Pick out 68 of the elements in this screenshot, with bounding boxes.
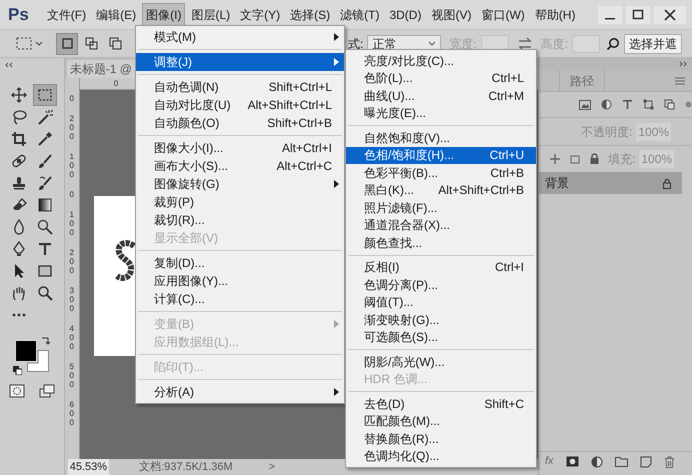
ruler-label: 300 [68, 286, 75, 313]
menu-item[interactable]: 编辑(E) [92, 2, 140, 26]
menu-item[interactable]: 画布大小(S)... Alt+Ctrl+C [136, 157, 344, 175]
menu-item[interactable]: 文字(Y) [236, 2, 284, 26]
ruler-label: 200 [68, 114, 75, 141]
menu-item[interactable]: 文件(F) [42, 2, 90, 26]
ruler-label: 0 [68, 190, 75, 199]
menu-item[interactable]: 可选颜色(S)... [346, 328, 536, 346]
menu-item[interactable]: 色阶(L)... Ctrl+L [346, 70, 536, 87]
menu-item[interactable]: 3D(D) [385, 2, 426, 26]
menu-item[interactable]: 分析(A) [136, 383, 344, 401]
menu-item[interactable]: 色相/饱和度(H)... Ctrl+U [346, 146, 536, 164]
menu-item[interactable]: 裁剪(P) [136, 193, 344, 211]
menu-item[interactable]: 图层(L) [187, 2, 234, 26]
menu-item[interactable]: 黑白(K)... Alt+Shift+Ctrl+B [346, 182, 536, 199]
menu-item[interactable]: 模式(M) [136, 28, 344, 46]
menu-item[interactable]: 应用图像(Y)... [136, 272, 344, 290]
app-logo: Ps [8, 4, 29, 26]
menu-item[interactable]: 渐变映射(G)... [346, 311, 536, 328]
status-menu-arrow[interactable]: > [268, 458, 276, 475]
ruler-label: 500 [68, 362, 75, 389]
ruler-label: 200 [68, 248, 75, 275]
menu-item[interactable]: 图像(I) [142, 2, 186, 26]
menu-item[interactable]: 自然饱和度(V)... [346, 129, 536, 146]
menu-item[interactable]: 阈值(T)... [346, 294, 536, 311]
document-info: 文档:937.5K/1.36M [139, 460, 233, 475]
menu-item[interactable]: 自动对比度(U) Alt+Shift+Ctrl+L [136, 96, 344, 114]
menu-item[interactable]: 阴影/高光(W)... [346, 353, 536, 370]
menu-item[interactable]: 替换颜色(R)... [346, 430, 536, 448]
ruler-label: 0 [68, 94, 75, 103]
ruler-label: 0 [114, 80, 118, 88]
menu-item[interactable]: 滤镜(T) [336, 2, 384, 26]
menu-item[interactable]: 复制(D)... [136, 254, 344, 272]
ruler-label: 100 [68, 210, 75, 237]
style-label: 式: [348, 36, 364, 52]
menu-item[interactable]: 照片滤镜(F)... [346, 199, 536, 216]
menu-item[interactable]: 匹配颜色(M)... [346, 412, 536, 430]
ruler-label: 100 [68, 152, 75, 179]
menu-item[interactable]: 自动色调(N) Shift+Ctrl+L [136, 78, 344, 96]
menu-item[interactable]: 曝光度(E)... [346, 104, 536, 122]
menu-item[interactable]: 计算(C)... [136, 290, 344, 308]
menu-item[interactable]: 色调分离(P)... [346, 276, 536, 294]
menu-item[interactable]: 窗口(W) [477, 2, 529, 26]
menu-item[interactable]: 通道混合器(X)... [346, 216, 536, 234]
ruler-label: 600 [68, 400, 75, 427]
menu-item[interactable]: 反相(I) Ctrl+I [346, 258, 536, 276]
menu-item[interactable]: 亮度/对比度(C)... [346, 52, 536, 70]
menu-item[interactable]: 自动颜色(O) Shift+Ctrl+B [136, 114, 344, 132]
menu-item[interactable]: 去色(D) Shift+C [346, 395, 536, 412]
refine-edge-button[interactable]: 选择并遮 [624, 34, 682, 54]
menu-item[interactable]: 色调均化(Q)... [346, 448, 536, 465]
menu-item[interactable]: 色彩平衡(B)... Ctrl+B [346, 164, 536, 182]
fill-label: 填充: [608, 151, 636, 168]
opacity-label: 不透明度: [581, 124, 632, 140]
menu-item[interactable]: 视图(V) [427, 2, 476, 26]
layer-row[interactable]: 背景 [539, 172, 682, 194]
ruler-label: 400 [68, 324, 75, 351]
menu-item[interactable]: 图像旋转(G) [136, 175, 344, 193]
menu-item[interactable]: 曲线(U)... Ctrl+M [346, 87, 536, 104]
menu-item[interactable]: 颜色查找... [346, 234, 536, 252]
document-tab[interactable]: 未标题-1 @ [66, 60, 135, 78]
layer-name: 背景 [545, 175, 569, 192]
menu-item[interactable]: 帮助(H) [530, 2, 580, 26]
zoom-field[interactable]: 45.53% [68, 458, 110, 475]
menu-item[interactable]: 调整(J) [136, 53, 344, 71]
menu-item[interactable]: 图像大小(I)... Alt+Ctrl+I [136, 139, 344, 157]
menu-item[interactable]: 裁切(R)... [136, 211, 344, 229]
menu-item[interactable]: 选择(S) [286, 2, 334, 26]
